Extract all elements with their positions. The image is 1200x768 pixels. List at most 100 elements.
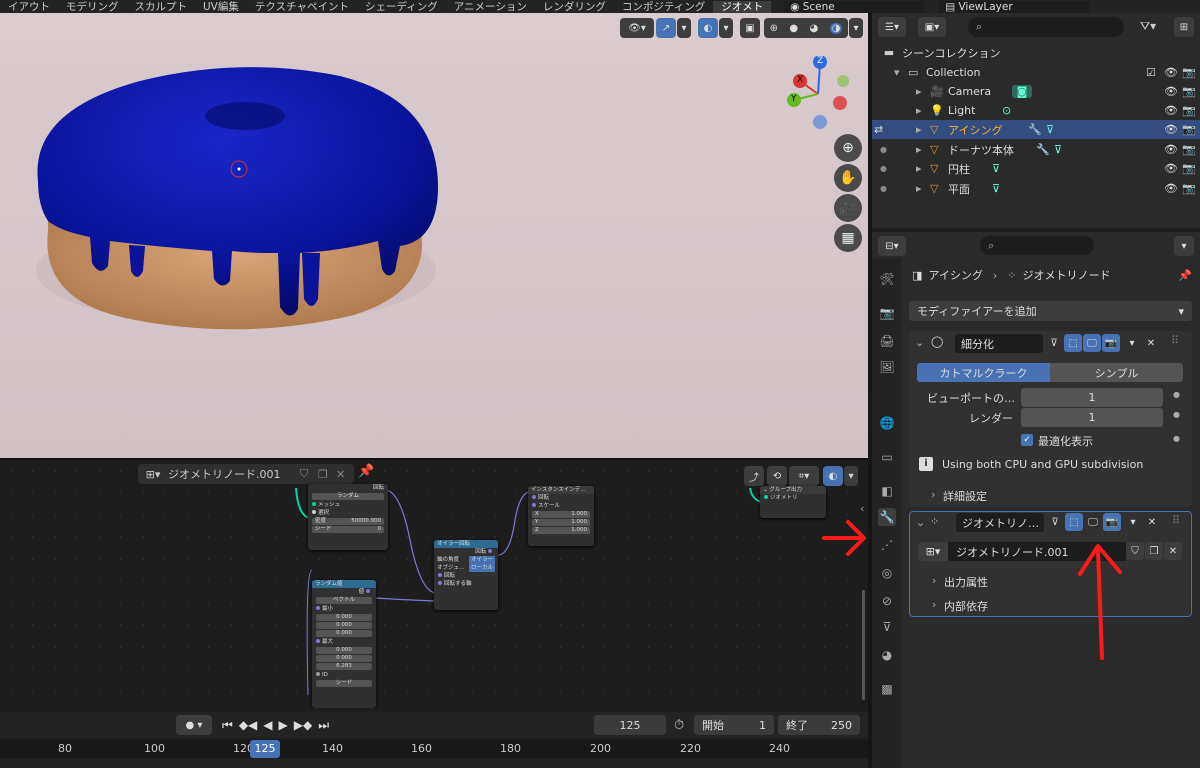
current-frame-field[interactable]: 125 <box>594 715 666 735</box>
tab-compositing[interactable]: コンポジティング <box>614 1 713 13</box>
particles-tab-icon[interactable]: ⋰ <box>878 536 896 554</box>
collapse-icon[interactable]: ⌄ <box>915 336 924 349</box>
xray-icon[interactable]: ▣ <box>740 18 760 38</box>
visibility-eye-icon[interactable]: 👁 <box>1164 143 1182 156</box>
pin-icon[interactable]: 📌 <box>1178 269 1192 282</box>
tab-modeling[interactable]: モデリング <box>58 1 127 13</box>
modifier-name-field[interactable]: 細分化 <box>955 334 1043 353</box>
modifier-tab-icon[interactable]: 🔧 <box>878 508 896 526</box>
mesh-data-icon[interactable]: ⊽ <box>1046 123 1064 136</box>
modifier-menu-icon[interactable]: ▾ <box>1123 334 1141 352</box>
view-layer-tab-icon[interactable]: 🖼 <box>878 358 896 376</box>
optimal-display-checkbox[interactable]: ✓ <box>1021 434 1033 446</box>
constraints-tab-icon[interactable]: ⊘ <box>878 592 896 610</box>
outliner-item-donut-body[interactable]: ● ▸ ▽ ドーナツ本体 🔧 ⊽ 👁 📷 <box>872 140 1200 159</box>
visibility-icon[interactable]: 👁▾ <box>620 18 654 38</box>
data-tab-icon[interactable]: ⊽ <box>878 618 896 636</box>
light-data-icon[interactable]: ⊙ <box>1002 104 1022 117</box>
stopwatch-icon[interactable]: ⏱ <box>674 718 684 733</box>
shading-modes[interactable]: ⊕ ● ◕ ◑ <box>764 18 848 38</box>
node-random-max-y[interactable]: 0.000 <box>316 655 372 662</box>
visibility-eye-icon[interactable]: 👁 <box>1164 182 1182 195</box>
timeline-ruler[interactable]: 80 100 120 140 160 180 200 220 240 125 <box>0 740 868 758</box>
on-cage-icon[interactable]: ⬚ <box>1065 513 1083 531</box>
catmull-clark-button[interactable]: カトマルクラーク <box>917 363 1050 382</box>
jump-end-icon[interactable]: ⏭ <box>318 718 329 733</box>
scene-selector[interactable]: ◉ Scene <box>784 1 925 13</box>
expand-icon[interactable]: ▸ <box>916 162 930 175</box>
collection-tab-icon[interactable]: ▭ <box>878 448 896 466</box>
collection-expand-icon[interactable]: ▾ <box>894 66 908 79</box>
object-tab-icon[interactable]: ◧ <box>878 482 896 500</box>
node-instance-x-field[interactable]: X 1.000 <box>532 511 590 518</box>
tab-uv[interactable]: UV編集 <box>195 1 247 13</box>
overlay-toggle-icon[interactable]: ◐ <box>698 18 718 38</box>
unlink-icon[interactable]: ✕ <box>1164 542 1182 560</box>
expand-icon[interactable]: › <box>931 488 935 501</box>
gizmo-dropdown-icon[interactable]: ▾ <box>677 18 691 38</box>
tab-animation[interactable]: アニメーション <box>446 1 535 13</box>
output-tab-icon[interactable]: 🖨 <box>878 332 896 350</box>
node-editor-scrollbar[interactable] <box>862 590 865 700</box>
properties-search-input[interactable]: ⌕ <box>980 236 1094 255</box>
collection-checkbox[interactable]: ☑ <box>1146 66 1164 79</box>
outliner-item-light[interactable]: ▸ 💡 Light ⊙ 👁 📷 <box>872 101 1200 120</box>
shading-dropdown-icon[interactable]: ▾ <box>849 18 863 38</box>
gizmo-toggle-icon[interactable]: ↗ <box>656 18 676 38</box>
output-attributes-subpanel[interactable]: 出力属性 <box>944 574 988 590</box>
node-editor[interactable]: ⊞▾ ジオメトリノード.001 ⛉ ❐ ✕ 📌 ⤴ ⟲ ⌗▾ ◐ ▾ 回転 ラン… <box>0 460 868 708</box>
properties-editor-type-icon[interactable]: ⊟▾ <box>878 236 906 256</box>
node-distribute-points[interactable]: 回転 ランダム メッシュ 選択 密度 50000.000 シード 0 <box>308 484 388 550</box>
collapse-icon[interactable]: ⌄ <box>916 516 925 529</box>
keyframe-dot-icon[interactable]: ● <box>1173 390 1180 399</box>
add-modifier-button[interactable]: モディファイアーを追加 ▾ <box>909 301 1192 321</box>
visibility-eye-icon[interactable]: 👁 <box>1164 85 1182 98</box>
visibility-eye-icon[interactable]: 👁 <box>1164 162 1182 175</box>
play-icon[interactable]: ▶ <box>279 718 288 732</box>
start-frame-field[interactable]: 開始 1 <box>694 715 774 735</box>
node-random-max-x[interactable]: 0.000 <box>316 647 372 654</box>
pan-hand-icon[interactable]: ✋ <box>834 164 862 192</box>
node-random-seed[interactable]: シード <box>316 680 372 687</box>
solid-icon[interactable]: ● <box>789 23 798 34</box>
camera-view-icon[interactable]: 🎥 <box>834 194 862 222</box>
node-euler-axis-value[interactable]: オイラー <box>468 556 495 564</box>
viewport-3d[interactable]: Z X Y ⊕ ✋ 🎥 ▦ <box>0 41 868 458</box>
display-mode-icon[interactable]: ▣▾ <box>918 17 946 37</box>
render-tab-icon[interactable]: 📷 <box>878 304 896 322</box>
outliner-collection[interactable]: ▾ ▭ Collection ☑ 👁 📷 <box>872 63 1200 82</box>
properties-options-icon[interactable]: ▾ <box>1174 236 1194 256</box>
outliner-editor-type-icon[interactable]: ☰▾ <box>878 17 906 37</box>
render-display-icon[interactable]: 📷 <box>1103 513 1121 531</box>
visibility-eye-icon[interactable]: 👁 <box>1164 66 1182 79</box>
tab-geometry-nodes[interactable]: ジオメト <box>713 1 772 13</box>
render-levels-field[interactable]: 1 <box>1021 408 1163 427</box>
expand-icon[interactable]: › <box>932 598 936 611</box>
zoom-icon[interactable]: ⊕ <box>834 134 862 162</box>
viewport-levels-field[interactable]: 1 <box>1021 388 1163 407</box>
wrench-icon[interactable]: 🔧 <box>1036 143 1054 156</box>
node-group-output[interactable]: ⌄ グループ出力 ジオメトリ <box>760 486 826 518</box>
tab-texture-paint[interactable]: テクスチャペイント <box>247 1 357 13</box>
tool-tab-icon[interactable]: 🛠 <box>878 270 896 288</box>
material-icon[interactable]: ◕ <box>809 23 818 34</box>
next-keyframe-icon[interactable]: ▶◆ <box>294 718 312 732</box>
node-random-min-x[interactable]: 0.000 <box>316 614 372 621</box>
auto-key-icon[interactable]: ● ▾ <box>176 715 212 735</box>
edit-mode-icon[interactable]: ⊽ <box>1046 513 1064 531</box>
outliner-item-plane[interactable]: ● ▸ ▽ 平面 ⊽ 👁 📷 <box>872 179 1200 198</box>
modifier-menu-icon[interactable]: ▾ <box>1124 513 1142 531</box>
duplicate-icon[interactable]: ❐ <box>1145 542 1163 560</box>
mesh-data-icon[interactable]: ⊽ <box>992 182 1010 195</box>
keyframe-dot-icon[interactable]: ● <box>1173 410 1180 419</box>
render-camera-icon[interactable]: 📷 <box>1182 182 1200 195</box>
expand-icon[interactable]: ▸ <box>916 123 930 136</box>
end-frame-field[interactable]: 終了 250 <box>778 715 860 735</box>
outliner-item-icing[interactable]: ⇄ ▸ ▽ アイシング 🔧 ⊽ 👁 📷 <box>872 120 1200 139</box>
mesh-data-icon[interactable]: ⊽ <box>992 162 1010 175</box>
perspective-grid-icon[interactable]: ▦ <box>834 224 862 252</box>
node-distribute-mode[interactable]: ランダム <box>312 493 384 500</box>
visibility-eye-icon[interactable]: 👁 <box>1164 104 1182 117</box>
prev-keyframe-icon[interactable]: ◆◀ <box>239 718 257 732</box>
node-distribute-density-field[interactable]: 密度 50000.000 <box>312 518 384 525</box>
